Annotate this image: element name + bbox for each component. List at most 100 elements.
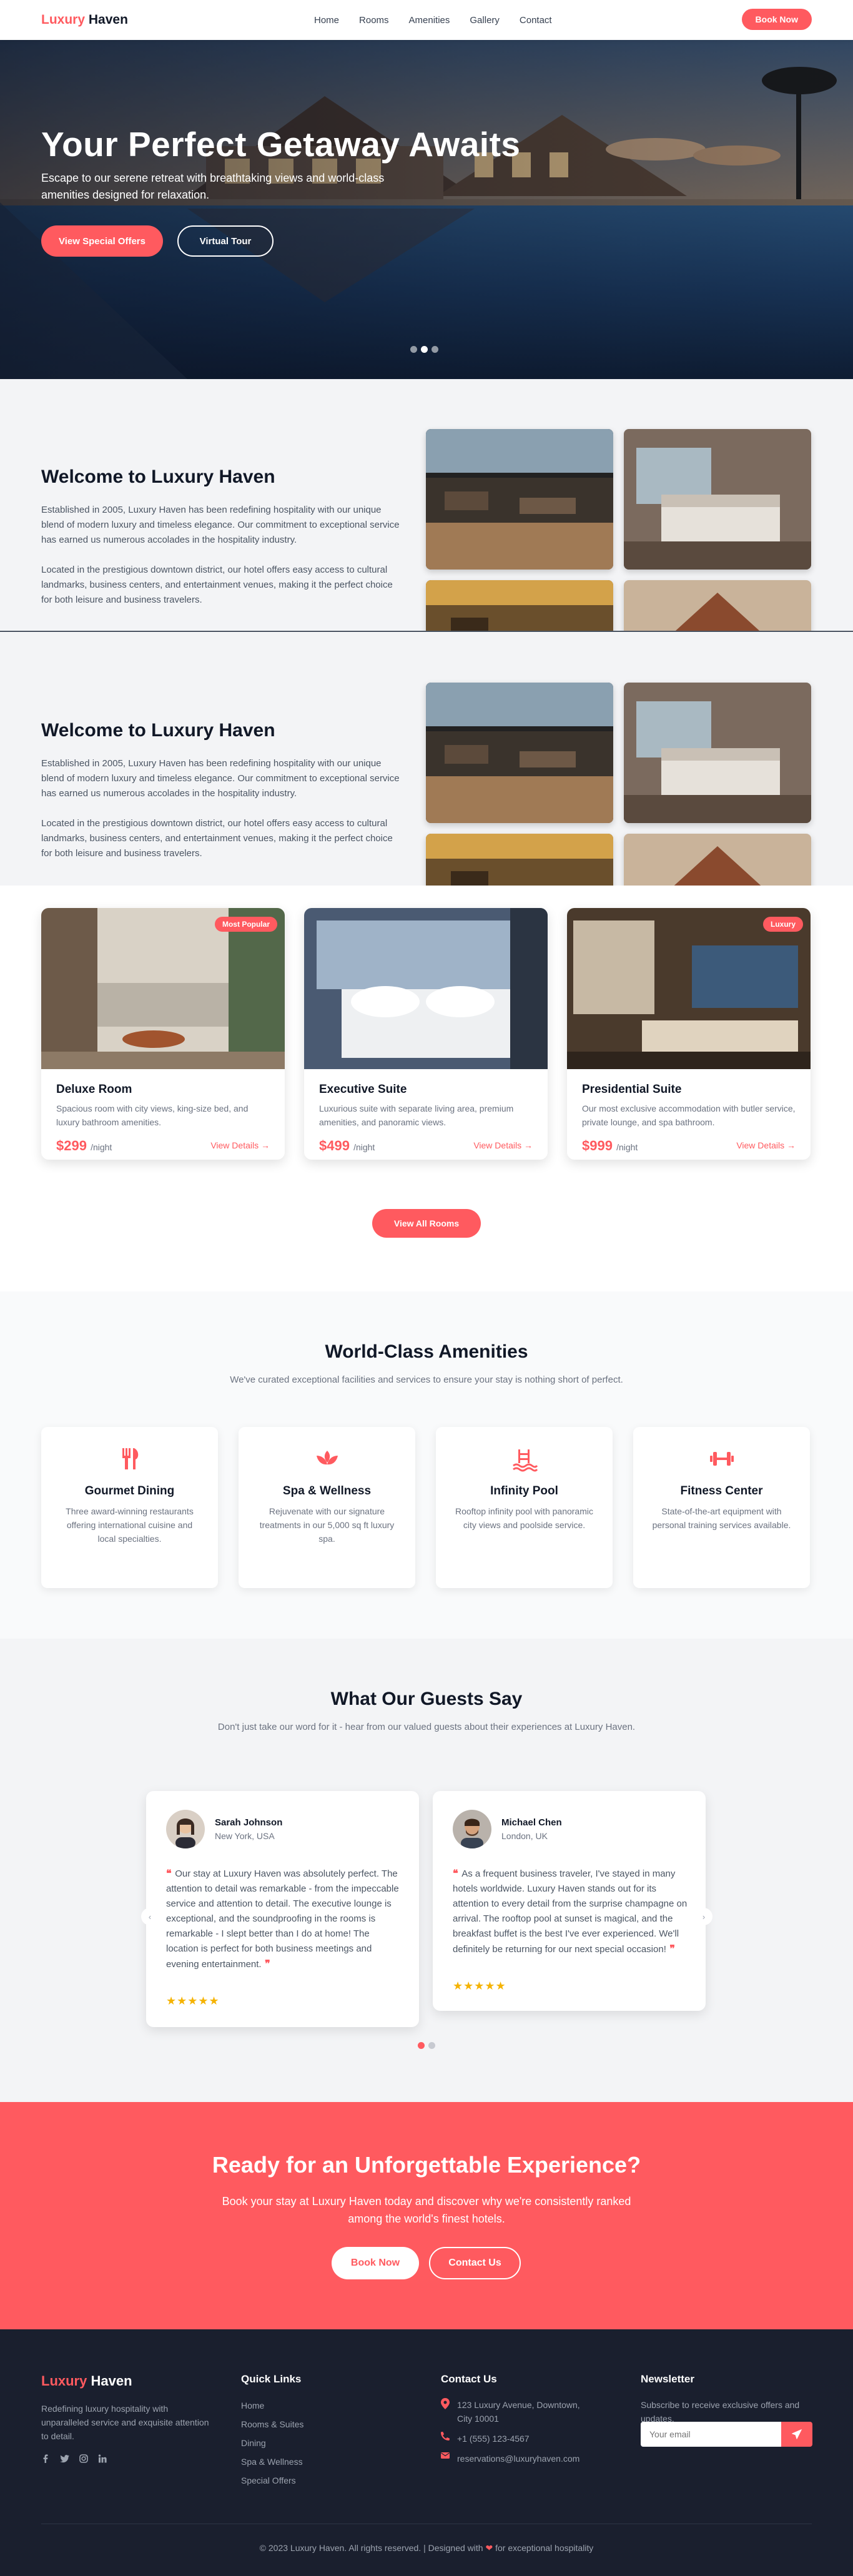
chevron-right-icon[interactable]: › bbox=[695, 1908, 712, 1925]
room-title: Executive Suite bbox=[319, 1083, 407, 1096]
footer-quick-links: Quick Links Home Rooms & Suites Dining S… bbox=[241, 2373, 397, 2494]
virtual-tour-button[interactable]: Virtual Tour bbox=[177, 225, 274, 257]
amenity-card-spa: Spa & Wellness Rejuvenate with our signa… bbox=[239, 1427, 415, 1588]
avatar bbox=[453, 1810, 491, 1848]
cta-contact-button[interactable]: Contact Us bbox=[429, 2247, 521, 2279]
contact-email-text[interactable]: reservations@luxuryhaven.com bbox=[457, 2452, 579, 2465]
carousel-indicators bbox=[410, 346, 438, 353]
cta-book-now-button[interactable]: Book Now bbox=[332, 2247, 419, 2279]
twitter-icon[interactable] bbox=[60, 2454, 69, 2463]
room-badge: Most Popular bbox=[214, 917, 277, 932]
nav-links: Home Rooms Amenities Gallery Contact bbox=[314, 15, 552, 26]
room-image bbox=[304, 908, 548, 1069]
carousel-dot-active[interactable] bbox=[421, 346, 428, 353]
instagram-icon[interactable] bbox=[79, 2454, 88, 2463]
logo[interactable]: Luxury Haven bbox=[41, 12, 128, 27]
nav-link-contact[interactable]: Contact bbox=[520, 15, 552, 26]
testimonials-subtitle: Don't just take our word for it - hear f… bbox=[217, 1722, 636, 1732]
footer-copyright: © 2023 Luxury Haven. All rights reserved… bbox=[41, 2524, 812, 2554]
amenities-subtitle: We've curated exceptional facilities and… bbox=[230, 1374, 623, 1385]
room-card-executive[interactable]: Executive Suite Luxurious suite with sep… bbox=[304, 908, 548, 1160]
testimonial-dot[interactable] bbox=[428, 2042, 435, 2049]
room-price-unit: /night bbox=[91, 1142, 112, 1152]
gallery-image-bedroom bbox=[624, 429, 811, 570]
pool-icon bbox=[513, 1449, 538, 1472]
room-price-amount: $299 bbox=[56, 1138, 87, 1153]
footer-about: Luxury Haven Redefining luxury hospitali… bbox=[41, 2373, 210, 2463]
nav-link-amenities[interactable]: Amenities bbox=[409, 15, 450, 26]
testimonial-location: New York, USA bbox=[215, 1831, 275, 1841]
amenities-title: World-Class Amenities bbox=[325, 1341, 528, 1362]
linkedin-icon[interactable] bbox=[98, 2454, 107, 2463]
hero-title: Your Perfect Getaway Awaits bbox=[41, 125, 521, 164]
gallery-image-restaurant bbox=[426, 580, 613, 631]
book-now-button[interactable]: Book Now bbox=[741, 9, 812, 30]
cta-text: Book your stay at Luxury Haven today and… bbox=[222, 2195, 631, 2225]
footer-link-offers[interactable]: Special Offers bbox=[241, 2475, 397, 2485]
newsletter-email-input[interactable] bbox=[641, 2422, 781, 2447]
view-details-link[interactable]: View Details → bbox=[210, 1140, 270, 1150]
gallery-image-lobby bbox=[426, 683, 613, 823]
contact-email: reservations@luxuryhaven.com bbox=[441, 2452, 597, 2465]
room-description: Our most exclusive accommodation with bu… bbox=[582, 1103, 796, 1127]
room-image bbox=[41, 908, 285, 1069]
phone-icon bbox=[441, 2432, 450, 2440]
gallery-image-bedroom bbox=[624, 683, 811, 823]
carousel-dot[interactable] bbox=[410, 346, 417, 353]
amenity-card-pool: Infinity Pool Rooftop infinity pool with… bbox=[436, 1427, 613, 1588]
view-all-rooms-button[interactable]: View All Rooms bbox=[372, 1209, 481, 1238]
rating-stars: ★★★★★ bbox=[453, 1980, 506, 1992]
amenity-title: Infinity Pool bbox=[490, 1484, 558, 1498]
amenities-section: World-Class Amenities We've curated exce… bbox=[0, 1291, 853, 1639]
nav-link-rooms[interactable]: Rooms bbox=[359, 15, 389, 26]
view-details-link[interactable]: View Details → bbox=[473, 1140, 533, 1150]
welcome-paragraph-2: Located in the prestigious downtown dist… bbox=[41, 565, 393, 605]
room-price-amount: $499 bbox=[319, 1138, 350, 1153]
welcome-title: Welcome to Luxury Haven bbox=[41, 720, 275, 741]
room-card-deluxe[interactable]: Most Popular Deluxe Room Spacious room w… bbox=[41, 908, 285, 1160]
nav-link-home[interactable]: Home bbox=[314, 15, 339, 26]
facebook-icon[interactable] bbox=[41, 2454, 50, 2463]
contact-phone-text[interactable]: +1 (555) 123-4567 bbox=[457, 2432, 530, 2445]
amenity-title: Fitness Center bbox=[680, 1484, 763, 1498]
amenity-title: Spa & Wellness bbox=[282, 1484, 372, 1498]
newsletter-submit-button[interactable] bbox=[781, 2422, 812, 2447]
view-details-link[interactable]: View Details → bbox=[736, 1140, 796, 1150]
footer-link-home[interactable]: Home bbox=[241, 2401, 397, 2411]
room-price-amount: $999 bbox=[582, 1138, 613, 1153]
carousel-dot[interactable] bbox=[431, 346, 438, 353]
envelope-icon bbox=[441, 2452, 450, 2459]
testimonial-name: Michael Chen bbox=[501, 1817, 562, 1828]
copyright-text-start: © 2023 Luxury Haven. All rights reserved… bbox=[259, 2543, 483, 2553]
quote-open-icon: ❝ bbox=[166, 1867, 175, 1879]
special-offers-button[interactable]: View Special Offers bbox=[41, 225, 163, 257]
booking-cta-section: Ready for an Unforgettable Experience? B… bbox=[0, 2102, 853, 2329]
footer-link-dining[interactable]: Dining bbox=[241, 2438, 397, 2448]
footer-logo[interactable]: Luxury Haven bbox=[41, 2373, 210, 2389]
hero-carousel: Your Perfect Getaway Awaits Escape to ou… bbox=[0, 40, 853, 379]
footer-logo-rest: Haven bbox=[91, 2373, 132, 2389]
testimonial-location: London, UK bbox=[501, 1831, 548, 1841]
quote-close-icon: ❞ bbox=[666, 1943, 676, 1955]
footer-link-spa[interactable]: Spa & Wellness bbox=[241, 2457, 397, 2467]
gallery-image-exterior bbox=[624, 580, 811, 631]
chevron-left-icon[interactable]: ‹ bbox=[141, 1908, 159, 1925]
footer-contact: Contact Us 123 Luxury Avenue, Downtown, … bbox=[441, 2373, 597, 2472]
room-card-presidential[interactable]: Luxury Presidential Suite Our most exclu… bbox=[567, 908, 811, 1160]
testimonial-dot-active[interactable] bbox=[418, 2042, 425, 2049]
welcome-paragraph-1: Established in 2005, Luxury Haven has be… bbox=[41, 758, 400, 799]
testimonial-name: Sarah Johnson bbox=[215, 1817, 283, 1828]
welcome-section-duplicate: Welcome to Luxury Haven Established in 2… bbox=[0, 633, 853, 886]
amenity-description: Rooftop infinity pool with panoramic cit… bbox=[455, 1506, 593, 1530]
testimonial-quote: As a frequent business traveler, I've st… bbox=[453, 1868, 688, 1955]
room-title: Presidential Suite bbox=[582, 1083, 682, 1096]
footer-link-rooms[interactable]: Rooms & Suites bbox=[241, 2419, 397, 2429]
contact-address-text: 123 Luxury Avenue, Downtown, City 10001 bbox=[457, 2400, 580, 2424]
spa-icon bbox=[317, 1451, 338, 1465]
rooms-section: Most Popular Deluxe Room Spacious room w… bbox=[0, 886, 853, 1291]
amenity-card-dining: Gourmet Dining Three award-winning resta… bbox=[41, 1427, 218, 1588]
nav-link-gallery[interactable]: Gallery bbox=[470, 15, 500, 26]
hero-subtitle: Escape to our serene retreat with breath… bbox=[41, 172, 385, 201]
room-badge: Luxury bbox=[762, 917, 803, 932]
contact-address: 123 Luxury Avenue, Downtown, City 10001 bbox=[441, 2398, 597, 2425]
